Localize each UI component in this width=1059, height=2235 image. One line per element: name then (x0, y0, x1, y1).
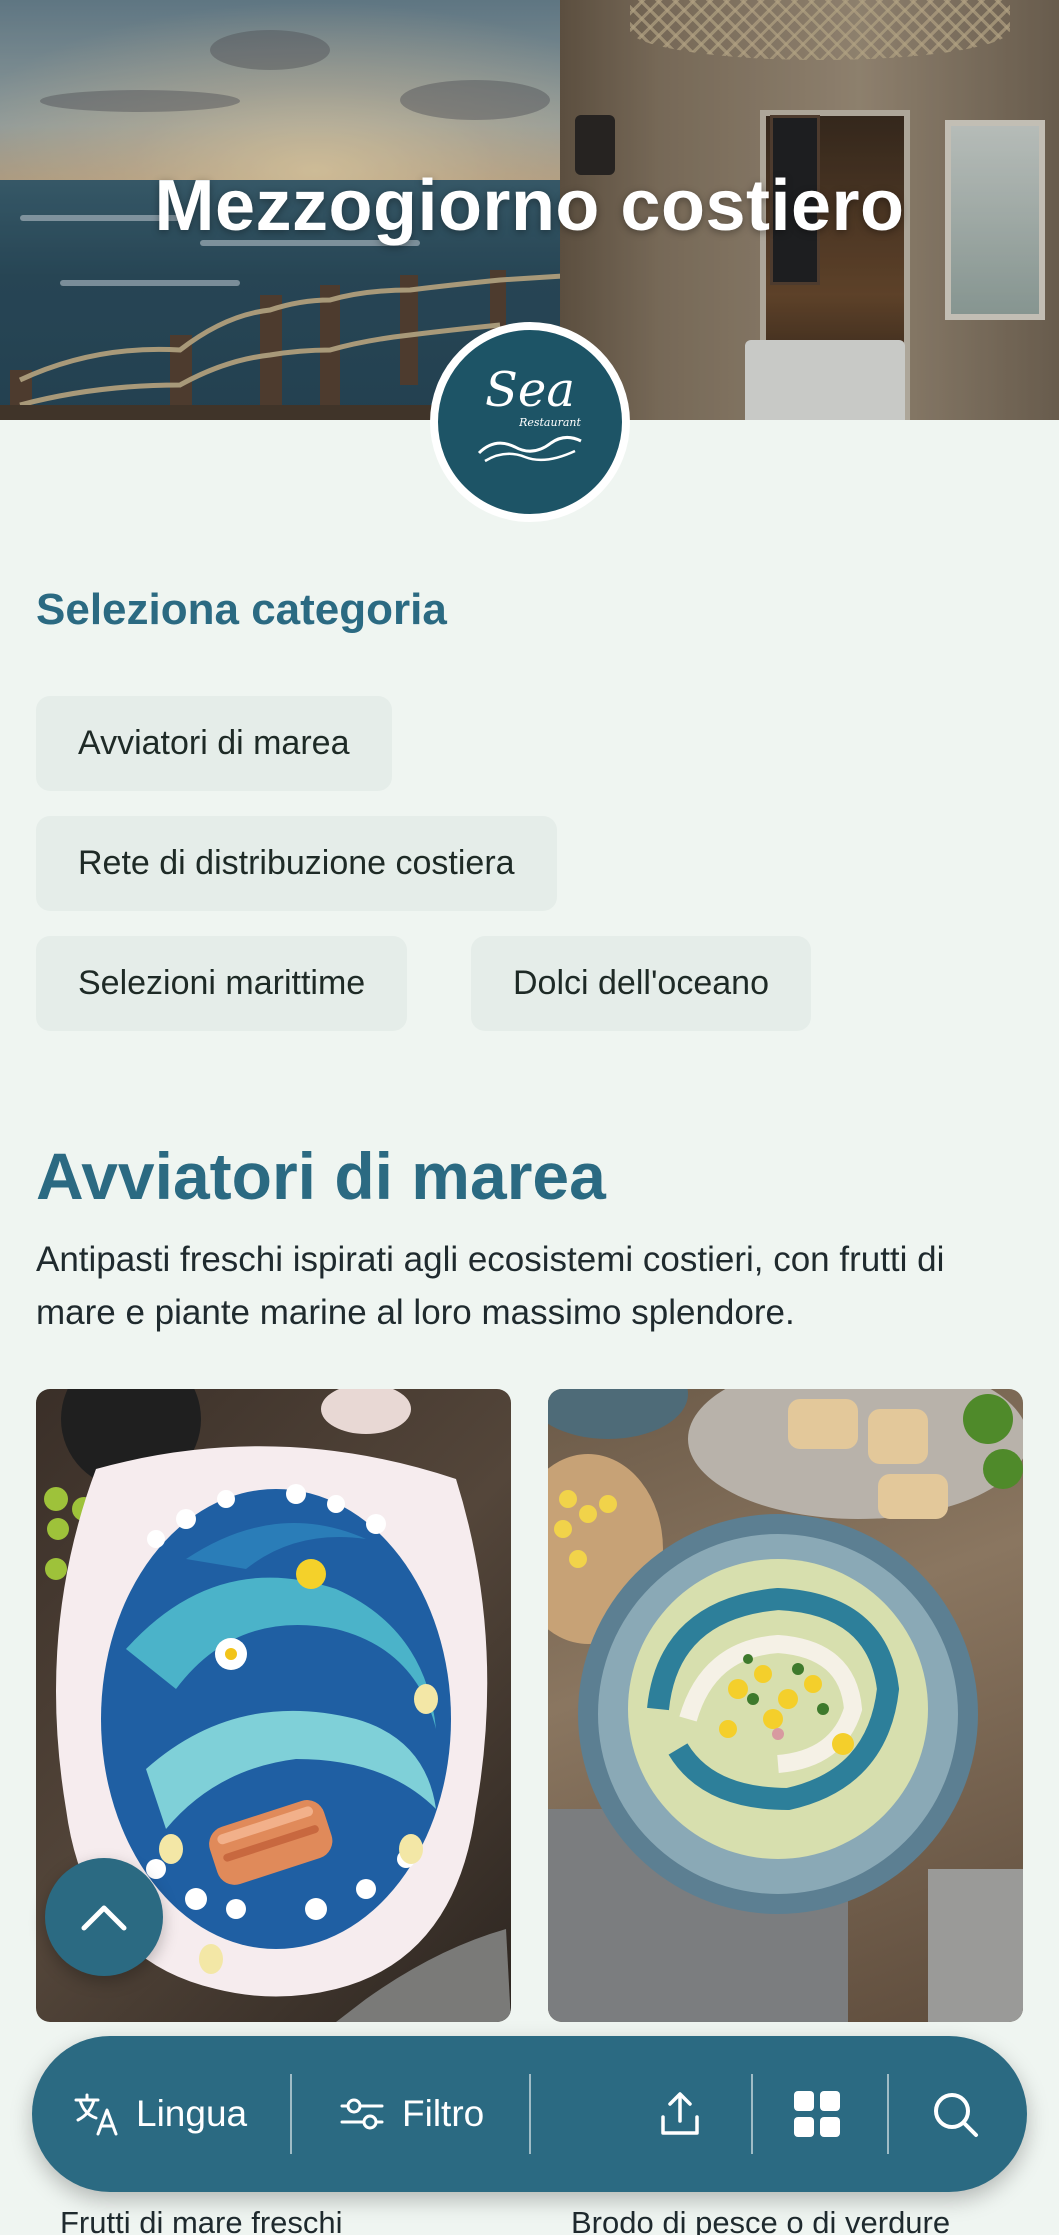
bottom-toolbar: Lingua Filtro (32, 2036, 1027, 2192)
dish-image-broth[interactable] (548, 1389, 1023, 2022)
page-title: Mezzogiorno costiero (154, 166, 905, 246)
share-icon (661, 2092, 699, 2135)
filter-sliders-icon (340, 2098, 384, 2130)
category-chip-label: Rete di distribuzione costiera (78, 844, 515, 882)
grid-icon (794, 2091, 840, 2137)
dish-title[interactable]: Brodo di pesce o di verdure (571, 2205, 950, 2235)
translate-icon (74, 2093, 118, 2136)
section-description: Antipasti freschi ispirati agli ecosiste… (36, 1240, 945, 1332)
share-button[interactable] (655, 2036, 705, 2192)
back-to-top-button[interactable] (45, 1858, 163, 1976)
grid-view-button[interactable] (792, 2036, 842, 2192)
category-chip-ocean-desserts[interactable]: Dolci dell'oceano (471, 936, 811, 1031)
logo-wordmark: Sea (485, 361, 575, 418)
dish-title[interactable]: Frutti di mare freschi (60, 2205, 343, 2235)
category-chip-maritime-selections[interactable]: Selezioni marittime (36, 936, 408, 1031)
section-title: Avviatori di marea (36, 1139, 606, 1213)
search-button[interactable] (930, 2036, 980, 2192)
chevron-up-icon (81, 1905, 127, 1931)
restaurant-logo: Sea Restaurant (430, 322, 630, 522)
wave-icon (477, 435, 582, 462)
filter-label: Filtro (402, 2093, 485, 2134)
category-chip-tide-starters[interactable]: Avviatori di marea (36, 696, 392, 791)
category-heading: Seleziona categoria (36, 585, 447, 634)
category-chip-label: Dolci dell'oceano (513, 964, 769, 1002)
language-button[interactable]: Lingua (72, 2036, 247, 2192)
category-chip-label: Avviatori di marea (78, 724, 350, 762)
category-chip-label: Selezioni marittime (78, 964, 366, 1002)
category-chip-coastal-network[interactable]: Rete di distribuzione costiera (36, 816, 557, 911)
logo-subtitle: Restaurant (519, 415, 581, 429)
language-label: Lingua (136, 2093, 248, 2134)
search-icon (934, 2093, 978, 2137)
filter-button[interactable]: Filtro (338, 2036, 484, 2192)
